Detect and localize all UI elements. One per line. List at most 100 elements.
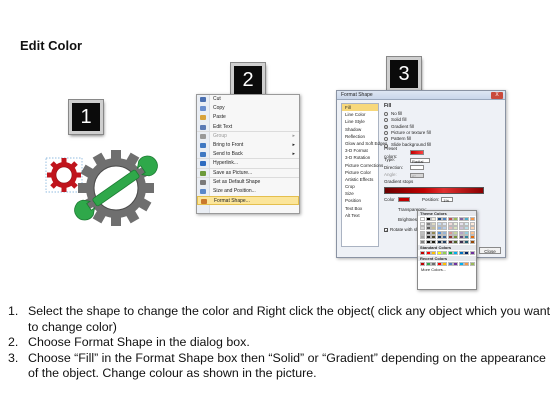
- nav-item-line-color[interactable]: Line Color: [342, 111, 378, 118]
- color-swatch[interactable]: [469, 221, 475, 226]
- color-swatch[interactable]: [464, 239, 469, 244]
- color-swatch[interactable]: [431, 235, 436, 239]
- menu-item-set-as-default-shape[interactable]: Set as Default Shape: [197, 178, 299, 187]
- color-swatch[interactable]: [442, 261, 447, 266]
- menu-item-size-and-position[interactable]: Size and Position...: [197, 187, 299, 196]
- color-swatch[interactable]: [469, 217, 475, 221]
- color-swatch[interactable]: [420, 217, 425, 221]
- color-swatch[interactable]: [469, 230, 475, 235]
- color-swatch[interactable]: [458, 230, 464, 235]
- color-swatch[interactable]: [447, 217, 453, 221]
- color-swatch[interactable]: [436, 250, 442, 255]
- position-input[interactable]: 1%: [441, 197, 454, 203]
- color-swatch[interactable]: [431, 250, 436, 255]
- color-swatch[interactable]: [447, 226, 453, 230]
- color-swatch[interactable]: [458, 226, 464, 230]
- more-colors-item[interactable]: More Colors...: [418, 267, 476, 273]
- color-swatch[interactable]: [420, 235, 425, 239]
- menu-item-group[interactable]: Group ▸: [197, 132, 299, 141]
- preset-colors-dropdown[interactable]: [410, 150, 424, 156]
- rotate-checkbox[interactable]: ✓: [384, 227, 388, 232]
- menu-item-edit-text[interactable]: Edit Text: [197, 123, 299, 132]
- color-swatch[interactable]: [464, 217, 469, 221]
- radio-button[interactable]: [384, 118, 388, 123]
- menu-item-send-to-back[interactable]: Send to Back ▸: [197, 150, 299, 160]
- color-swatch[interactable]: [464, 226, 469, 230]
- color-swatch[interactable]: [431, 230, 436, 235]
- nav-item-alt-text[interactable]: Alt Text: [342, 212, 378, 219]
- color-swatch[interactable]: [453, 235, 458, 239]
- close-icon[interactable]: X: [491, 92, 503, 99]
- color-swatch[interactable]: [469, 226, 475, 230]
- nav-item-picture-color[interactable]: Picture Color: [342, 169, 378, 176]
- color-swatch[interactable]: [431, 261, 436, 266]
- nav-item-glow-and-soft-edges[interactable]: Glow and Soft Edges: [342, 140, 387, 147]
- nav-item-artistic-effects[interactable]: Artistic Effects: [342, 176, 378, 183]
- color-swatch[interactable]: [436, 230, 442, 235]
- gradient-stops-bar[interactable]: [384, 186, 484, 194]
- color-swatch[interactable]: [453, 250, 458, 255]
- color-swatch[interactable]: [464, 235, 469, 239]
- color-swatch[interactable]: [420, 226, 425, 230]
- color-swatch[interactable]: [436, 217, 442, 221]
- menu-item-hyperlink[interactable]: Hyperlink...: [197, 159, 299, 169]
- color-swatch[interactable]: [458, 221, 464, 226]
- color-swatch[interactable]: [431, 217, 436, 221]
- menu-item-format-shape[interactable]: Format Shape...: [197, 196, 299, 206]
- menu-item-paste[interactable]: Paste: [197, 113, 299, 122]
- nav-item-shadow[interactable]: Shadow: [342, 126, 378, 133]
- color-swatch[interactable]: [420, 230, 425, 235]
- color-swatch[interactable]: [464, 261, 469, 266]
- color-swatch[interactable]: [447, 261, 453, 266]
- color-swatch[interactable]: [458, 235, 464, 239]
- color-swatch[interactable]: [442, 230, 447, 235]
- color-swatch[interactable]: [431, 221, 436, 226]
- color-swatch[interactable]: [425, 250, 431, 255]
- nav-item-position[interactable]: Position: [342, 197, 378, 204]
- menu-item-copy[interactable]: Copy: [197, 104, 299, 113]
- color-swatch[interactable]: [425, 221, 431, 226]
- nav-item-3-d-format[interactable]: 3-D Format: [342, 147, 378, 154]
- radio-button[interactable]: [384, 124, 388, 129]
- color-swatch[interactable]: [447, 230, 453, 235]
- color-swatch[interactable]: [442, 239, 447, 244]
- color-swatch[interactable]: [442, 235, 447, 239]
- color-swatch[interactable]: [458, 217, 464, 221]
- color-swatch[interactable]: [447, 235, 453, 239]
- color-swatch[interactable]: [447, 221, 453, 226]
- nav-item-size[interactable]: Size: [342, 190, 378, 197]
- color-swatch[interactable]: [436, 239, 442, 244]
- color-swatch[interactable]: [464, 230, 469, 235]
- color-swatch[interactable]: [453, 230, 458, 235]
- radio-button[interactable]: [384, 137, 388, 142]
- color-swatch[interactable]: [464, 250, 469, 255]
- nav-item-3-d-rotation[interactable]: 3-D Rotation: [342, 154, 378, 161]
- menu-item-cut[interactable]: Cut: [197, 95, 299, 104]
- color-swatch[interactable]: [442, 226, 447, 230]
- color-swatch[interactable]: [420, 239, 425, 244]
- nav-item-line-style[interactable]: Line Style: [342, 118, 378, 125]
- color-swatch[interactable]: [453, 261, 458, 266]
- color-dropdown[interactable]: [398, 197, 410, 203]
- color-swatch[interactable]: [469, 261, 475, 266]
- color-swatch[interactable]: [436, 261, 442, 266]
- nav-item-picture-corrections[interactable]: Picture Corrections: [342, 162, 383, 169]
- color-swatch[interactable]: [425, 230, 431, 235]
- color-swatch[interactable]: [458, 239, 464, 244]
- color-swatch[interactable]: [453, 239, 458, 244]
- color-swatch[interactable]: [425, 226, 431, 230]
- nav-item-text-box[interactable]: Text Box: [342, 205, 378, 212]
- nav-item-reflection[interactable]: Reflection: [342, 133, 378, 140]
- color-swatch[interactable]: [436, 235, 442, 239]
- color-swatch[interactable]: [464, 221, 469, 226]
- color-swatch[interactable]: [447, 250, 453, 255]
- color-swatch[interactable]: [469, 250, 475, 255]
- color-swatch[interactable]: [458, 261, 464, 266]
- close-button[interactable]: Close: [479, 247, 501, 254]
- nav-item-fill[interactable]: Fill: [342, 104, 378, 112]
- color-swatch[interactable]: [469, 235, 475, 239]
- color-swatch[interactable]: [436, 221, 442, 226]
- menu-item-save-as-picture[interactable]: Save as Picture...: [197, 169, 299, 178]
- color-swatch[interactable]: [431, 239, 436, 244]
- color-swatch[interactable]: [453, 226, 458, 230]
